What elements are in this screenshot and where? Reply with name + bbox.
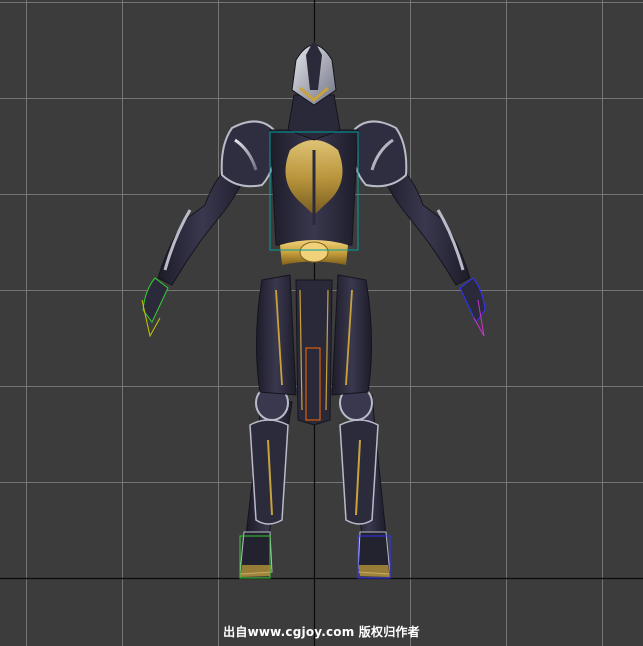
helmet [287,40,341,141]
character-model[interactable] [0,0,643,646]
torso [269,129,359,265]
boots [239,531,391,577]
watermark-text: 出自www.cgjoy.com 版权归作者 [223,625,420,639]
3d-viewport[interactable]: 出自www.cgjoy.com 版权归作者 [0,0,643,646]
